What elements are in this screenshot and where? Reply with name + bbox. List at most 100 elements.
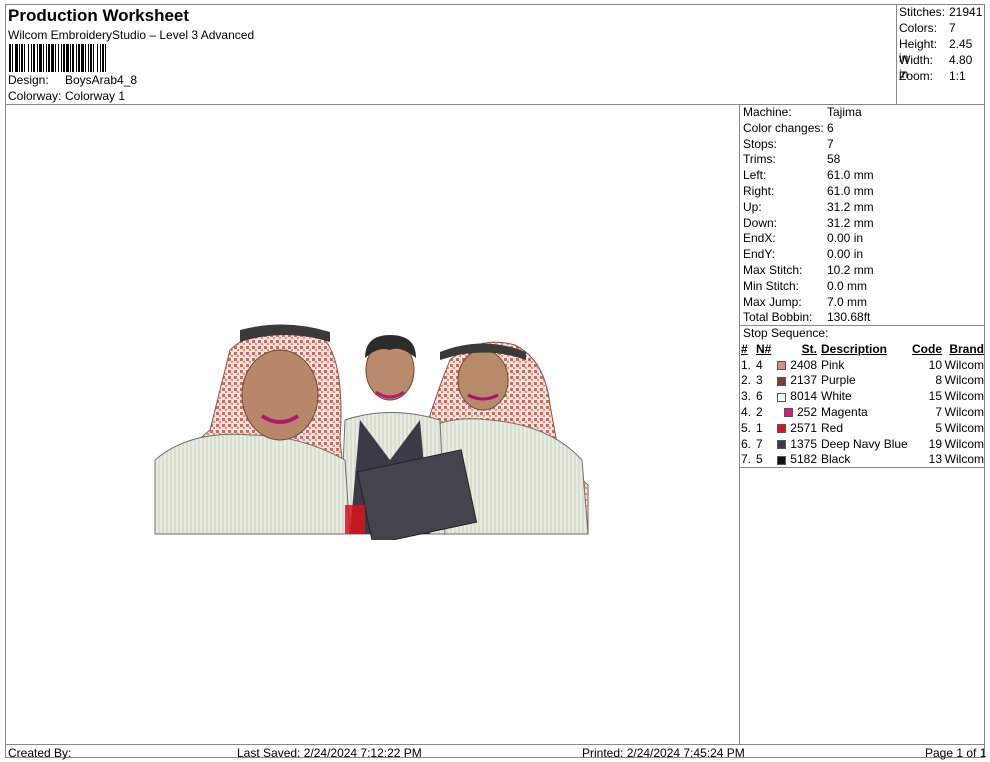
- embroidery-design-preview: [154, 324, 589, 540]
- summary-box: Stitches: 21941 Colors: 7 Height: 2.45 in W…: [896, 4, 985, 104]
- needle-number: 3: [756, 373, 763, 388]
- thread-brand: Wilcom: [944, 373, 984, 388]
- spec-value: 31.2 mm: [827, 199, 874, 214]
- stop-number: 7.: [741, 452, 752, 467]
- thread-brand: Wilcom: [944, 389, 984, 404]
- stop-sequence-title: Stop Sequence:: [743, 326, 829, 340]
- thread-code: 7: [935, 405, 942, 420]
- stop-sequence-table: # N# St. Description Code Brand 1. 4 2408 P…: [741, 341, 984, 467]
- color-description: Purple: [821, 373, 856, 388]
- spec-label: EndX:: [743, 231, 776, 246]
- color-swatch: [777, 424, 787, 434]
- spec-label: Right:: [743, 184, 775, 198]
- spec-label: EndY:: [743, 247, 776, 262]
- stitch-cell: 2408: [776, 357, 817, 373]
- page-number: Page 1 of 1: [925, 746, 987, 760]
- worksheet-header: Production Worksheet Wilcom EmbroiderySt…: [5, 4, 897, 104]
- col-needle: N#: [756, 341, 772, 356]
- needle-number: 5: [756, 452, 763, 467]
- color-swatch: [777, 361, 787, 371]
- thread-code: 19: [928, 436, 942, 451]
- stitch-count: 2408: [790, 357, 817, 372]
- needle-number: 6: [756, 389, 763, 404]
- stop-row: 1. 4 2408 Pink 10 Wilcom: [741, 357, 984, 373]
- needle-number: 1: [756, 420, 763, 435]
- stop-row: 6. 7 1375 Deep Navy Blue 19 Wilcom: [741, 436, 984, 452]
- spec-row: Total Bobbin: 130.68ft: [743, 310, 870, 324]
- spec-label: Up:: [743, 199, 762, 214]
- stitch-cell: 2571: [776, 420, 817, 436]
- stitch-count: 2137: [790, 373, 817, 388]
- stop-number: 4.: [741, 405, 752, 420]
- spec-value: 7.0 mm: [827, 294, 868, 309]
- zoom-label: Zoom:: [899, 69, 934, 83]
- spec-value: 31.2 mm: [827, 215, 874, 230]
- spec-value: 58: [827, 152, 841, 167]
- needle-number: 4: [756, 357, 763, 372]
- spec-row: Max Jump: 7.0 mm: [743, 295, 867, 309]
- spec-label: Down:: [743, 215, 778, 230]
- stop-number: 6.: [741, 436, 752, 451]
- spec-label: Max Stitch:: [743, 263, 803, 277]
- spec-value: 61.0 mm: [827, 184, 874, 198]
- spec-row: Stops: 7: [743, 137, 834, 151]
- barcode-image: [9, 44, 175, 72]
- colorway-label: Colorway:: [8, 89, 62, 103]
- spec-label: Left:: [743, 168, 767, 183]
- stitches-row: Stitches: 21941: [899, 5, 982, 19]
- spec-label: Trims:: [743, 152, 776, 167]
- stop-number: 1.: [741, 357, 752, 372]
- spec-label: Max Jump:: [743, 294, 802, 309]
- stop-number: 5.: [741, 420, 752, 435]
- stitch-count: 252: [796, 405, 817, 420]
- spec-value: 0.00 in: [827, 231, 864, 246]
- color-swatch: [777, 376, 787, 386]
- thread-code: 13: [928, 452, 942, 467]
- thread-code: 15: [928, 389, 942, 404]
- colors-label: Colors:: [899, 21, 938, 35]
- stitch-count: 1375: [790, 436, 817, 451]
- stitches-value: 21941: [949, 5, 983, 19]
- stitch-cell: 252: [776, 404, 817, 420]
- footer-divider: [5, 744, 985, 745]
- colors-row: Colors: 7: [899, 21, 956, 35]
- zoom-value: 1:1: [949, 69, 966, 83]
- color-swatch: [777, 392, 787, 402]
- spec-label: Machine:: [743, 105, 792, 119]
- col-brand: Brand: [949, 341, 984, 356]
- spec-label: Color changes:: [743, 120, 824, 135]
- spec-value: 6: [827, 120, 834, 135]
- spec-value: 61.0 mm: [827, 168, 874, 183]
- spec-value: 10.2 mm: [827, 263, 874, 277]
- col-description: Description: [821, 341, 888, 356]
- color-description: Black: [821, 452, 851, 467]
- thread-brand: Wilcom: [944, 405, 984, 420]
- stop-number: 2.: [741, 373, 752, 388]
- color-swatch: [783, 408, 793, 418]
- col-num: #: [741, 341, 748, 356]
- thread-brand: Wilcom: [944, 420, 984, 435]
- thread-code: 5: [935, 420, 942, 435]
- spec-label: Min Stitch:: [743, 278, 800, 293]
- design-row: Design: BoysArab4_8: [8, 73, 137, 87]
- col-stitch: St.: [801, 341, 817, 356]
- spec-row: Down: 31.2 mm: [743, 216, 874, 230]
- spec-row: Left: 61.0 mm: [743, 168, 874, 182]
- col-code: Code: [912, 341, 942, 356]
- panel-divider: [739, 104, 740, 744]
- stop-row: 7. 5 5182 Black 13 Wilcom: [741, 452, 984, 468]
- colors-value: 7: [949, 21, 956, 35]
- barcode-bar: [106, 44, 108, 72]
- stitch-cell: 8014: [776, 388, 817, 404]
- stop-row: 3. 6 8014 White 15 Wilcom: [741, 388, 984, 404]
- stitch-cell: 1375: [776, 436, 817, 452]
- color-swatch: [777, 455, 787, 465]
- thread-brand: Wilcom: [944, 452, 984, 467]
- needle-number: 2: [756, 405, 763, 420]
- stop-row: 4. 2 252 Magenta 7 Wilcom: [741, 404, 984, 420]
- spec-label: Stops:: [743, 136, 778, 151]
- spec-row: Machine: Tajima: [743, 105, 862, 119]
- zoom-row: Zoom: 1:1: [899, 69, 966, 83]
- colorway-value: Colorway 1: [65, 89, 126, 103]
- spec-value: 0.0 mm: [827, 278, 868, 293]
